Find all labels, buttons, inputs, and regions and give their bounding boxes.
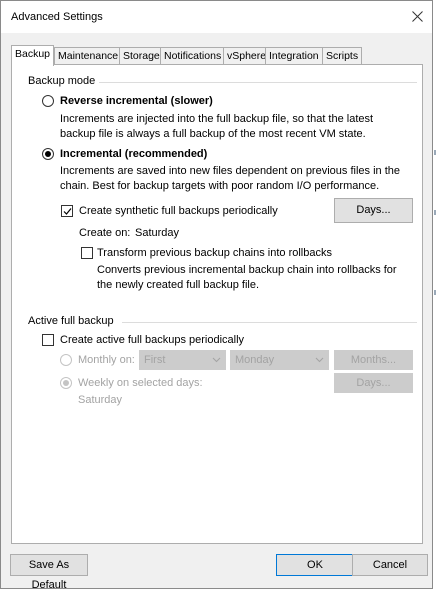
reverse-incremental-label[interactable]: Reverse incremental (slower) [60, 95, 213, 107]
monthly-week-select[interactable]: First [139, 350, 226, 370]
active-full-group-label: Active full backup [28, 315, 118, 327]
monthly-day-select[interactable]: Monday [230, 350, 329, 370]
ok-button[interactable]: OK [276, 554, 354, 576]
synthetic-full-checkbox[interactable] [61, 205, 73, 217]
active-full-checkbox[interactable] [42, 334, 54, 346]
weekly-label[interactable]: Weekly on selected days: [78, 377, 203, 389]
background-window-edge [433, 0, 437, 591]
synthetic-full-label[interactable]: Create synthetic full backups periodical… [79, 205, 278, 217]
backup-mode-group-label: Backup mode [28, 75, 100, 87]
group-divider [122, 322, 417, 323]
tab-notifications[interactable]: Notifications [160, 47, 226, 65]
window-title: Advanced Settings [11, 11, 103, 23]
weekly-days-button[interactable]: Days... [334, 373, 413, 393]
weekly-radio[interactable] [60, 377, 72, 389]
save-as-default-button[interactable]: Save As Default [10, 554, 88, 591]
title-bar: Advanced Settings [1, 1, 432, 33]
active-full-label[interactable]: Create active full backups periodically [60, 334, 244, 346]
monthly-label[interactable]: Monthly on: [78, 354, 135, 366]
cancel-button[interactable]: Cancel [352, 554, 428, 576]
transform-rollbacks-checkbox[interactable] [81, 247, 93, 259]
incremental-label[interactable]: Incremental (recommended) [60, 148, 207, 160]
background-window-mark [434, 210, 436, 215]
chevron-down-icon [315, 357, 324, 363]
chevron-down-icon [212, 357, 221, 363]
transform-rollbacks-description: Converts previous incremental backup cha… [97, 264, 397, 291]
monthly-week-value: First [144, 354, 166, 366]
checkmark-icon [63, 208, 72, 215]
monthly-radio[interactable] [60, 354, 72, 366]
reverse-incremental-description: Increments are injected into the full ba… [60, 113, 374, 140]
tab-backup[interactable]: Backup [11, 45, 55, 66]
tab-storage[interactable]: Storage [119, 47, 164, 65]
transform-rollbacks-label[interactable]: Transform previous backup chains into ro… [97, 247, 332, 259]
tab-integration[interactable]: Integration [265, 47, 323, 65]
tab-scripts[interactable]: Scripts [322, 47, 363, 65]
incremental-description: Increments are saved into new files depe… [60, 165, 400, 192]
group-divider [92, 82, 417, 83]
close-button[interactable] [408, 7, 428, 27]
months-button[interactable]: Months... [334, 350, 413, 370]
monthly-day-value: Monday [235, 354, 275, 366]
weekly-days-value: Saturday [78, 394, 123, 406]
tab-vsphere[interactable]: vSphere [223, 47, 271, 65]
tab-maintenance[interactable]: Maintenance [54, 47, 123, 65]
close-icon [412, 11, 423, 22]
synthetic-days-button[interactable]: Days... [334, 198, 413, 223]
create-on-value: Saturday [135, 227, 180, 239]
background-window-mark [434, 150, 436, 155]
backup-tab-panel: Backup mode Reverse incremental (slower)… [11, 64, 423, 544]
create-on-label: Create on: [79, 227, 131, 239]
reverse-incremental-radio[interactable] [42, 95, 54, 107]
advanced-settings-dialog: Advanced Settings Backup Maintenance Sto… [0, 0, 433, 591]
background-window-mark [434, 290, 436, 295]
incremental-radio[interactable] [42, 148, 54, 160]
